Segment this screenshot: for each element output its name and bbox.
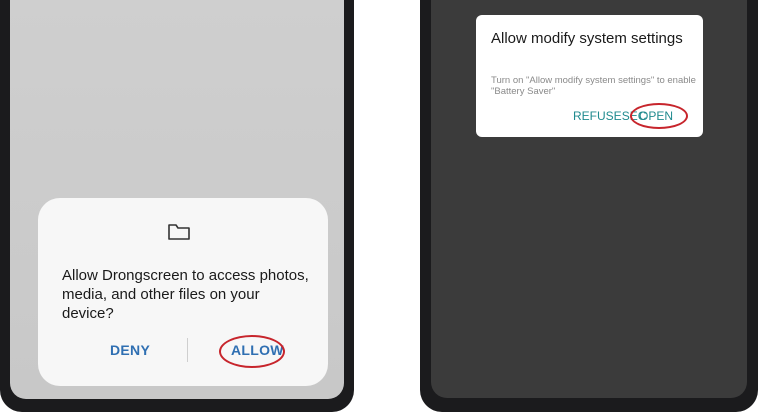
allow-highlight-circle bbox=[219, 335, 285, 368]
left-phone-frame: Allow Drongscreen to access photos, medi… bbox=[0, 0, 354, 412]
deny-button[interactable]: DENY bbox=[110, 342, 150, 358]
left-phone-screen: Allow Drongscreen to access photos, medi… bbox=[10, 0, 344, 399]
folder-icon bbox=[168, 224, 190, 240]
right-phone-screen: Allow modify system settings Turn on "Al… bbox=[431, 0, 747, 398]
storage-permission-dialog: Allow Drongscreen to access photos, medi… bbox=[38, 198, 328, 386]
right-phone-frame: Allow modify system settings Turn on "Al… bbox=[420, 0, 758, 412]
modify-settings-dialog: Allow modify system settings Turn on "Al… bbox=[476, 15, 703, 137]
button-divider bbox=[187, 338, 188, 362]
permission-message: Allow Drongscreen to access photos, medi… bbox=[62, 267, 309, 322]
dialog-body: Turn on "Allow modify system settings" t… bbox=[491, 75, 696, 97]
open-highlight-circle bbox=[630, 103, 688, 129]
refuse-label: REFUSE bbox=[573, 109, 622, 123]
dialog-title: Allow modify system settings bbox=[491, 30, 683, 47]
